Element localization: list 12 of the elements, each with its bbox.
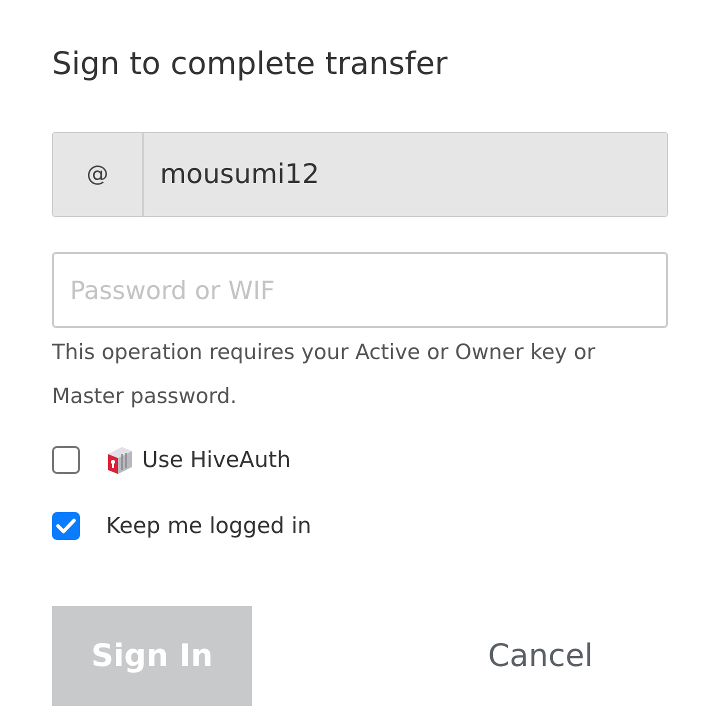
dialog-title: Sign to complete transfer — [52, 45, 449, 84]
checkbox[interactable] — [52, 512, 80, 540]
username-field[interactable]: @ mousumi12 — [52, 132, 668, 217]
option-label: Keep me logged in — [106, 514, 312, 538]
password-field[interactable]: Password or WIF — [52, 252, 668, 328]
checkbox[interactable] — [52, 446, 80, 474]
cube-icon — [106, 445, 134, 475]
username-value: mousumi12 — [159, 158, 320, 192]
option-label: Use HiveAuth — [142, 448, 291, 472]
cancel-button[interactable]: Cancel — [488, 606, 588, 706]
username-prefix: @ — [53, 133, 144, 216]
help-text: This operation requires your Active or Owner key or Master password. — [52, 339, 596, 410]
